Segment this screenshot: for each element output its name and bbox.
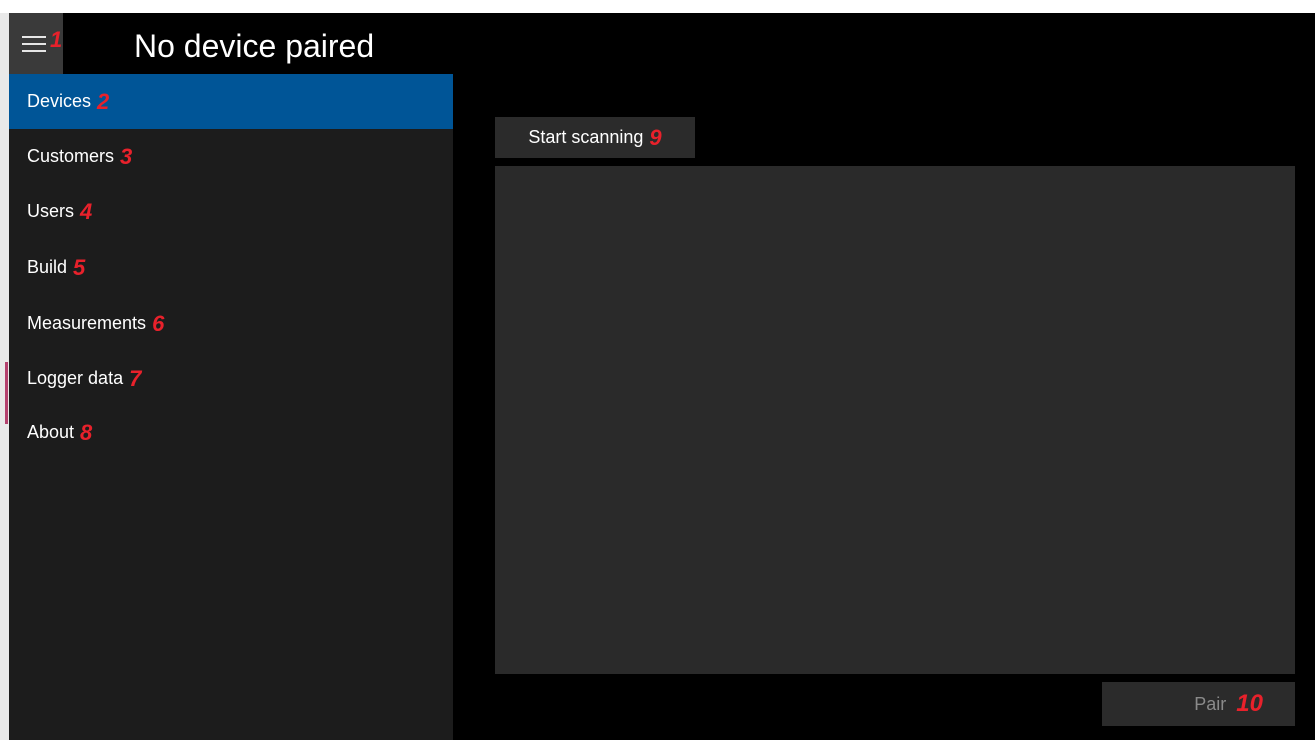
nav-item-label: Users bbox=[27, 201, 75, 221]
app-window: 1 No device paired Devices 2 Customers 3… bbox=[0, 13, 1315, 740]
annotation-badge: 10 bbox=[1236, 690, 1263, 717]
nav-item-customers[interactable]: Customers 3 bbox=[9, 129, 453, 184]
nav-item-label: Customers bbox=[27, 146, 115, 166]
nav-item-label: About bbox=[27, 422, 75, 442]
nav-item-label: Devices bbox=[27, 91, 92, 111]
page-title: No device paired bbox=[134, 28, 375, 64]
annotation-badge: 1 bbox=[50, 27, 63, 52]
focus-accent-marker bbox=[5, 362, 8, 424]
annotation-badge: 9 bbox=[649, 124, 662, 150]
pair-label: Pair bbox=[1194, 693, 1227, 714]
annotation-badge: 2 bbox=[97, 88, 110, 114]
nav-item-label: Build bbox=[27, 257, 68, 277]
hamburger-menu-icon bbox=[22, 35, 46, 52]
annotation-badge: 6 bbox=[152, 310, 165, 336]
start-scanning-label: Start scanning bbox=[528, 127, 644, 147]
nav-item-about[interactable]: About 8 bbox=[9, 405, 453, 460]
nav-item-devices[interactable]: Devices 2 bbox=[9, 74, 453, 129]
nav-item-label: Logger data bbox=[27, 368, 124, 388]
device-list[interactable] bbox=[495, 166, 1295, 674]
annotation-badge: 3 bbox=[120, 143, 133, 169]
nav-item-measurements[interactable]: Measurements 6 bbox=[9, 296, 453, 351]
annotation-badge: 4 bbox=[80, 198, 93, 224]
nav-item-users[interactable]: Users 4 bbox=[9, 184, 453, 239]
annotation-badge: 7 bbox=[129, 365, 142, 391]
nav-item-label: Measurements bbox=[27, 313, 147, 333]
nav-item-build[interactable]: Build 5 bbox=[9, 240, 453, 295]
hamburger-menu-button[interactable]: 1 bbox=[9, 13, 63, 74]
annotation-badge: 5 bbox=[73, 254, 86, 280]
navigation-pane: Devices 2 Customers 3 Users 4 Build 5 Me… bbox=[9, 74, 453, 740]
start-scanning-button[interactable]: Start scanning 9 bbox=[495, 117, 695, 158]
pair-button[interactable]: Pair 10 bbox=[1102, 682, 1295, 726]
annotation-badge: 8 bbox=[80, 419, 93, 445]
nav-item-logger-data[interactable]: Logger data 7 bbox=[9, 351, 453, 406]
